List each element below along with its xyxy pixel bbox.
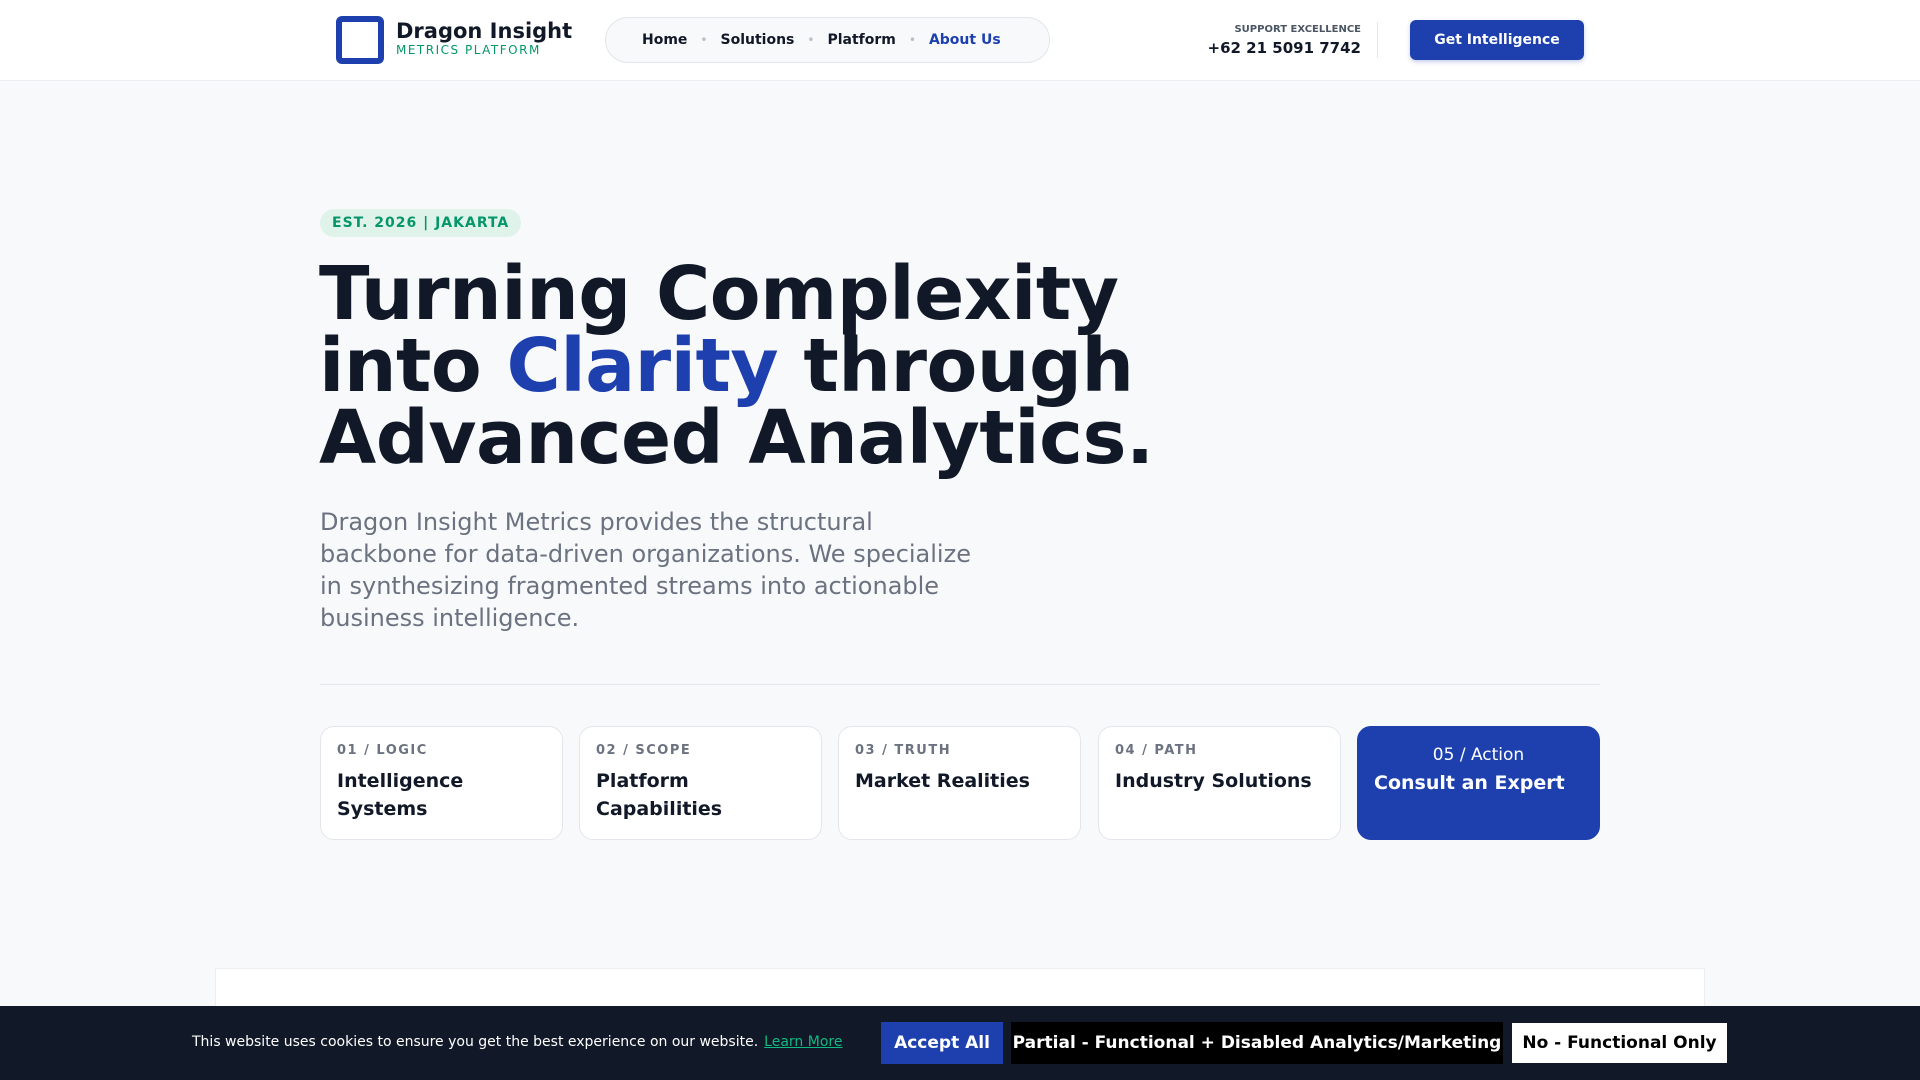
card-number: 01 / LOGIC [337,743,428,758]
functional-only-button[interactable]: No - Functional Only [1512,1023,1727,1063]
partial-consent-button[interactable]: Partial - Functional + Disabled Analytic… [1011,1022,1503,1064]
divider [320,684,1600,685]
card-number: 02 / SCOPE [596,743,692,758]
card-platform-capabilities[interactable]: 02 / SCOPE Platform Capabilities [579,726,822,840]
get-intelligence-button[interactable]: Get Intelligence [1410,20,1584,60]
nav-platform[interactable]: Platform [827,32,895,48]
nav-home[interactable]: Home [642,32,687,48]
learn-more-link[interactable]: Learn More [764,1034,842,1050]
main-nav: Home • Solutions • Platform • About Us [605,17,1050,63]
card-title: Intelligence Systems [337,770,464,820]
hero-headline: Turning Complexity into Clarity through … [319,257,1219,475]
card-number: 05 / Action [1432,745,1525,765]
logo-icon[interactable] [336,16,384,64]
established-badge: EST. 2026 | JAKARTA [320,209,522,237]
nav-separator: • [908,33,916,47]
consult-expert-card[interactable]: 05 / Action Consult an Expert [1357,726,1600,840]
brand-tagline: METRICS PLATFORM [396,43,541,57]
card-industry-solutions[interactable]: 04 / PATH Industry Solutions [1098,726,1341,840]
card-market-realities[interactable]: 03 / TRUTH Market Realities [838,726,1081,840]
card-title: Consult an Expert [1374,772,1565,794]
card-title: Platform Capabilities [596,770,723,820]
card-title: Industry Solutions [1115,770,1312,792]
cookie-message-text: This website uses cookies to ensure you … [192,1034,759,1050]
brand-name[interactable]: Dragon Insight [396,19,572,43]
site-header: Dragon Insight METRICS PLATFORM Home • S… [0,0,1920,81]
accept-all-button[interactable]: Accept All [881,1022,1003,1064]
nav-separator: • [700,33,708,47]
support-phone[interactable]: +62 21 5091 7742 [1208,39,1361,57]
card-number: 03 / TRUTH [855,743,952,758]
header-divider [1377,22,1378,58]
card-title: Market Realities [855,770,1030,792]
nav-separator: • [807,33,815,47]
card-intelligence-systems[interactable]: 01 / LOGIC Intelligence Systems [320,726,563,840]
card-number: 04 / PATH [1115,743,1198,758]
support-label: SUPPORT EXCELLENCE [1234,24,1361,35]
cookie-message: This website uses cookies to ensure you … [192,1034,842,1050]
nav-solutions[interactable]: Solutions [721,32,795,48]
nav-about-us[interactable]: About Us [929,32,1001,48]
hero-lead: Dragon Insight Metrics provides the stru… [320,508,971,632]
